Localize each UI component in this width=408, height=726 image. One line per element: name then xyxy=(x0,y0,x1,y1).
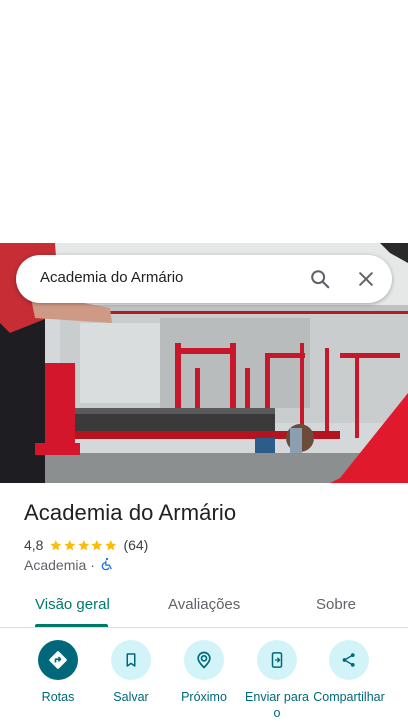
nearby-icon xyxy=(184,640,224,680)
bookmark-icon xyxy=(111,640,151,680)
map-area-blank xyxy=(0,0,408,243)
tab-about[interactable]: Sobre xyxy=(316,596,356,613)
wheelchair-icon xyxy=(100,557,114,574)
star-icon xyxy=(91,539,103,550)
send-to-phone-label: Enviar para o xyxy=(245,690,309,720)
send-to-phone-icon xyxy=(257,640,297,680)
search-icon[interactable] xyxy=(306,265,334,293)
save-label: Salvar xyxy=(113,690,149,704)
share-label: Compartilhar xyxy=(313,690,385,704)
tab-overview[interactable]: Visão geral xyxy=(35,596,110,613)
share-button[interactable]: Compartilhar xyxy=(309,640,389,705)
nearby-button[interactable]: Próximo xyxy=(164,640,244,705)
active-tab-indicator xyxy=(35,624,108,627)
close-icon[interactable] xyxy=(352,265,380,293)
place-category: Academia xyxy=(24,557,87,573)
star-icon xyxy=(105,539,117,550)
star-icon xyxy=(50,539,62,550)
star-icon xyxy=(78,539,89,550)
send-to-phone-button[interactable]: Enviar para o xyxy=(237,640,317,721)
save-button[interactable]: Salvar xyxy=(91,640,171,705)
directions-icon xyxy=(38,640,78,680)
share-icon xyxy=(329,640,369,680)
rating-row[interactable]: 4,8 (64) xyxy=(24,536,148,554)
separator-dot: · xyxy=(90,557,95,573)
star-rating xyxy=(49,539,117,552)
directions-button[interactable]: Rotas xyxy=(18,640,98,705)
search-input[interactable]: Academia do Armário xyxy=(40,269,183,286)
action-buttons: Rotas Salvar Próximo Enviar para o Compa… xyxy=(0,640,408,726)
tab-reviews[interactable]: Avaliações xyxy=(168,596,240,613)
place-tabs: Visão geral Avaliações Sobre xyxy=(0,586,408,628)
nearby-label: Próximo xyxy=(181,690,227,704)
star-icon xyxy=(64,539,76,550)
search-bar[interactable]: Academia do Armário xyxy=(16,255,392,303)
review-count[interactable]: (64) xyxy=(123,537,148,553)
rating-value: 4,8 xyxy=(24,537,44,553)
directions-label: Rotas xyxy=(41,690,75,704)
category-row: Academia · xyxy=(24,556,114,574)
place-title: Academia do Armário xyxy=(24,500,237,525)
